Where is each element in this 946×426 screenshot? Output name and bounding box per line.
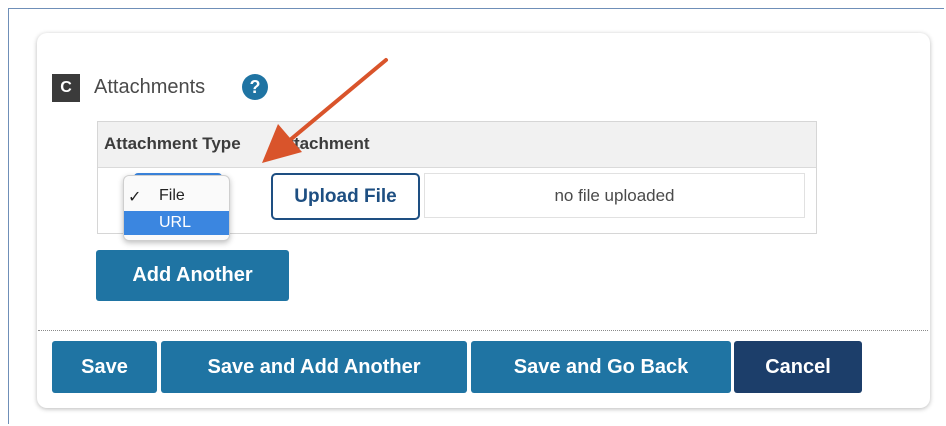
file-status-box: no file uploaded — [424, 173, 805, 218]
cancel-button[interactable]: Cancel — [734, 341, 862, 393]
option-label: URL — [159, 214, 192, 231]
divider — [38, 330, 928, 331]
upload-file-button[interactable]: Upload File — [271, 173, 420, 220]
column-header-attachment: Attachment — [276, 134, 370, 153]
column-header-attachment-type: Attachment Type — [104, 134, 241, 153]
dropdown-option-file[interactable]: ✓ File — [124, 184, 229, 208]
table-header: Attachment Type Attachment — [98, 122, 816, 168]
help-icon[interactable]: ? — [240, 72, 270, 102]
save-button[interactable]: Save — [52, 341, 157, 393]
svg-text:?: ? — [250, 77, 261, 97]
option-label: File — [159, 187, 185, 204]
save-and-add-another-button[interactable]: Save and Add Another — [161, 341, 467, 393]
add-another-button[interactable]: Add Another — [96, 250, 289, 301]
file-status-text: no file uploaded — [554, 186, 675, 205]
save-and-go-back-button[interactable]: Save and Go Back — [471, 341, 731, 393]
section-letter-badge: C — [52, 74, 80, 102]
attachment-type-dropdown[interactable]: ✓ File URL — [123, 175, 230, 241]
section-title: Attachments — [94, 76, 206, 98]
dropdown-option-url[interactable]: URL — [124, 211, 229, 235]
check-icon: ✓ — [128, 189, 142, 206]
